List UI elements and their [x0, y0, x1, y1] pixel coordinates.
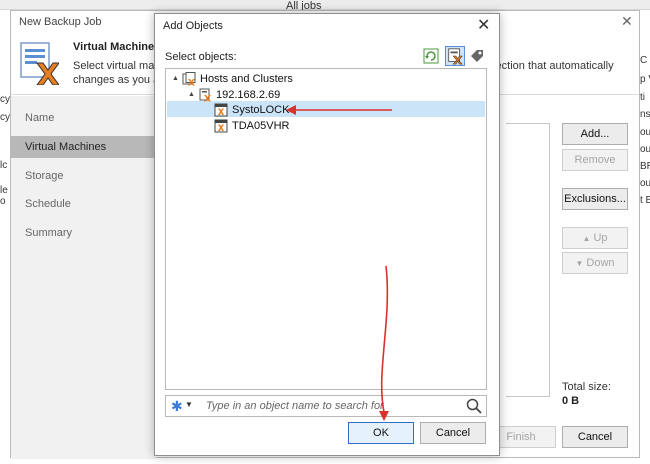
hosts-and-clusters-icon — [182, 72, 196, 86]
bg-left-fragment: o — [0, 196, 6, 207]
ok-button[interactable]: OK — [348, 422, 414, 444]
select-objects-label: Select objects: — [165, 51, 237, 63]
exclusions-button[interactable]: Exclusions... — [562, 188, 628, 210]
tree-row-host[interactable]: ▲ 192.168.2.69 — [188, 87, 280, 103]
nav-item-summary[interactable]: Summary — [11, 222, 156, 244]
object-tree[interactable]: ▲ Hosts and Clusters ▲ 192.168.2.69 Syst… — [165, 68, 487, 390]
step-description-line: changes as you add — [73, 74, 163, 86]
total-size-label: Total size: — [562, 381, 611, 393]
bg-right-fragment: p V — [640, 74, 650, 85]
nav-item-virtual-machines[interactable]: Virtual Machines — [11, 136, 156, 158]
vm-icon — [214, 103, 228, 117]
wizard-nav: Name Virtual Machines Storage Schedule S… — [11, 96, 156, 459]
bg-right-fragment: ou — [640, 127, 650, 138]
refresh-view-icon[interactable] — [423, 48, 439, 64]
bg-left-fragment: le — [0, 185, 8, 196]
expand-arrow-icon[interactable]: ▲ — [172, 71, 182, 87]
wizard-title: New Backup Job — [19, 16, 102, 28]
host-icon — [199, 88, 211, 102]
step-description-right: election that automatically — [487, 60, 614, 72]
add-button[interactable]: Add... — [562, 123, 628, 145]
wizard-cancel-button[interactable]: Cancel — [562, 426, 628, 448]
remove-button[interactable]: Remove — [562, 149, 628, 171]
nav-item-storage[interactable]: Storage — [11, 165, 156, 187]
bg-right-fragment: ti — [640, 92, 645, 103]
host-view-icon — [448, 48, 463, 65]
bg-right-fragment: ou — [640, 144, 650, 155]
add-objects-dialog: Add Objects ✕ Select objects: ▲ Hosts an… — [154, 13, 500, 456]
chevron-down-icon[interactable]: ▼ — [185, 400, 193, 409]
search-filter-icon[interactable]: ✱ — [171, 398, 183, 415]
vm-icon — [214, 119, 228, 133]
tree-label: TDA05VHR — [232, 120, 290, 132]
down-button[interactable]: ▼ Down — [562, 252, 628, 274]
expand-arrow-icon[interactable]: ▲ — [188, 87, 198, 103]
bg-right-fragment: BR — [640, 161, 650, 172]
bg-right-fragment: t B — [640, 195, 650, 206]
dialog-title: Add Objects — [163, 20, 223, 32]
down-button-label: Down — [586, 257, 615, 269]
step-description: Select virtual machi changes as you add — [73, 59, 163, 87]
background-window-strip — [0, 0, 650, 10]
total-size-value: 0 B — [562, 395, 580, 407]
bg-left-fragment: cy — [0, 112, 10, 123]
nav-item-schedule[interactable]: Schedule — [11, 193, 156, 215]
bg-right-fragment: C — [640, 55, 648, 66]
tree-row-vm[interactable]: TDA05VHR — [214, 118, 289, 134]
bg-left-fragment: lc — [0, 160, 8, 171]
vm-list[interactable] — [506, 123, 550, 397]
tree-row-hosts-and-clusters[interactable]: ▲ Hosts and Clusters — [172, 71, 293, 87]
tree-label: SystoLOCK — [232, 104, 290, 116]
tree-label: Hosts and Clusters — [200, 73, 293, 85]
dialog-cancel-button[interactable]: Cancel — [420, 422, 486, 444]
hosts-and-clusters-view-button[interactable] — [445, 46, 465, 66]
dialog-close-icon[interactable]: ✕ — [477, 15, 490, 35]
search-placeholder: Type in an object name to search for — [206, 400, 384, 412]
up-button[interactable]: ▲ Up — [562, 227, 628, 249]
down-arrow-icon: ▼ — [575, 259, 584, 268]
up-button-label: Up — [593, 232, 608, 244]
bg-right-fragment: ou — [640, 178, 650, 189]
tree-label: 192.168.2.69 — [216, 89, 281, 101]
object-search-input[interactable]: ✱ ▼ Type in an object name to search for — [165, 395, 487, 417]
bg-left-fragment: cy — [0, 94, 10, 105]
virtual-machines-step-icon — [20, 42, 59, 85]
tree-row-vm-selected[interactable]: SystoLOCK — [214, 102, 289, 118]
up-arrow-icon: ▲ — [582, 234, 591, 243]
tags-view-icon[interactable] — [469, 48, 485, 64]
nav-item-name[interactable]: Name — [11, 107, 156, 129]
step-description-line: Select virtual machi — [73, 60, 163, 72]
wizard-close-icon[interactable]: ✕ — [621, 13, 633, 30]
step-title: Virtual Machines — [73, 41, 161, 53]
bg-right-fragment: nst — [640, 109, 650, 120]
search-icon[interactable] — [466, 398, 482, 414]
